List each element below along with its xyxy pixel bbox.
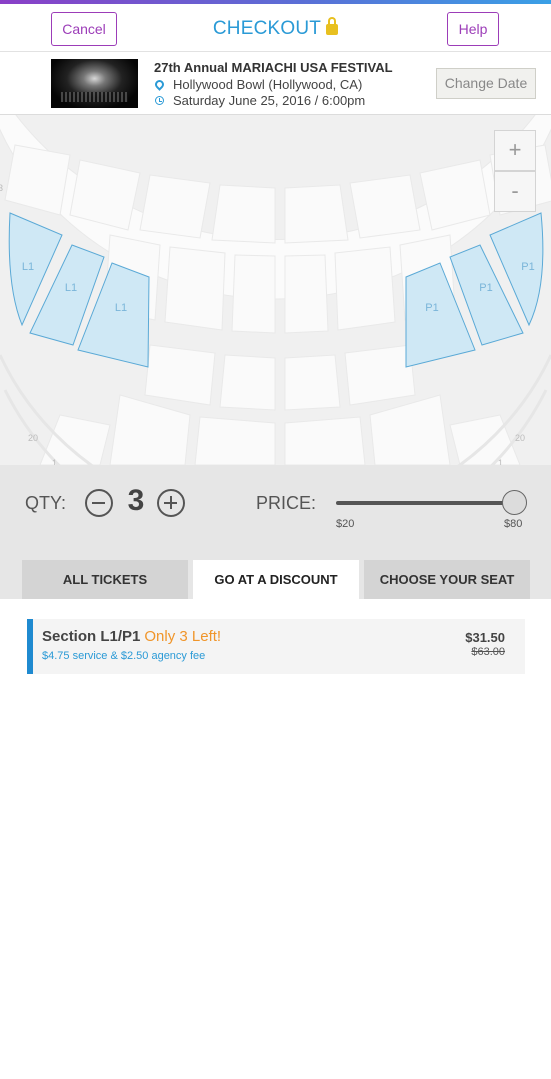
tab-choose-your-seat[interactable]: CHOOSE YOUR SEAT bbox=[364, 560, 530, 599]
price-min-label: $20 bbox=[336, 518, 355, 530]
listing-section: Section L1/P1 Only 3 Left! bbox=[42, 628, 221, 645]
event-datetime: Saturday June 25, 2016 / 6:00pm bbox=[154, 93, 365, 108]
checkout-header: Cancel CHECKOUT Help bbox=[0, 4, 551, 52]
event-title: 27th Annual MARIACHI USA FESTIVAL bbox=[154, 60, 393, 75]
tab-all-tickets[interactable]: ALL TICKETS bbox=[22, 560, 188, 599]
row-label-bottom-right: 1 bbox=[498, 458, 503, 465]
row-label-edge: 3 bbox=[0, 183, 3, 193]
price-max-label: $80 bbox=[504, 518, 523, 530]
quantity-decrease-button[interactable] bbox=[85, 489, 113, 517]
event-summary: 27th Annual MARIACHI USA FESTIVAL Hollyw… bbox=[0, 52, 551, 115]
event-venue-text: Hollywood Bowl (Hollywood, CA) bbox=[173, 77, 363, 92]
listing-price: $31.50 bbox=[465, 630, 505, 645]
location-pin-icon bbox=[153, 78, 166, 91]
price-slider-handle[interactable] bbox=[502, 490, 527, 515]
listing-original-price: $63.00 bbox=[471, 646, 505, 658]
section-label-l1-inner: L1 bbox=[115, 302, 127, 314]
zoom-out-button[interactable]: - bbox=[494, 171, 536, 212]
quantity-value: 3 bbox=[127, 484, 145, 517]
section-label-p1-inner: P1 bbox=[425, 302, 438, 314]
lock-icon bbox=[326, 17, 339, 35]
event-datetime-text: Saturday June 25, 2016 / 6:00pm bbox=[173, 93, 366, 108]
listing-availability: Only 3 Left! bbox=[144, 628, 222, 645]
event-venue: Hollywood Bowl (Hollywood, CA) bbox=[153, 77, 363, 92]
row-label-right: 20 bbox=[515, 433, 525, 443]
tab-go-at-a-discount[interactable]: GO AT A DISCOUNT bbox=[193, 560, 359, 599]
price-label: PRICE: bbox=[256, 493, 317, 513]
section-label-l1-outer: L1 bbox=[22, 261, 34, 273]
price-slider-track[interactable] bbox=[336, 501, 516, 505]
clock-icon bbox=[155, 96, 164, 105]
section-label-p1-outer: P1 bbox=[521, 261, 534, 273]
seat-map[interactable]: L1 L1 L1 P1 P1 P1 20 20 1 1 3 bbox=[0, 115, 551, 465]
filter-controls: QTY: 3 PRICE: $20 $80 ALL TICKETS GO AT … bbox=[0, 465, 551, 599]
listing-fees: $4.75 service & $2.50 agency fee bbox=[42, 650, 206, 662]
listing-section-name: Section L1/P1 bbox=[42, 628, 141, 645]
quantity-label: QTY: bbox=[25, 493, 67, 513]
page-title-text: CHECKOUT bbox=[212, 18, 322, 39]
row-label-bottom-left: 1 bbox=[52, 458, 57, 465]
zoom-in-button[interactable]: + bbox=[494, 130, 536, 171]
section-label-l1-middle: L1 bbox=[65, 282, 77, 294]
help-button[interactable]: Help bbox=[447, 12, 499, 46]
row-label-left: 20 bbox=[28, 433, 38, 443]
section-label-p1-middle: P1 bbox=[479, 282, 492, 294]
change-date-button[interactable]: Change Date bbox=[436, 68, 536, 99]
ticket-listing[interactable]: Section L1/P1 Only 3 Left! $4.75 service … bbox=[27, 619, 525, 674]
quantity-increase-button[interactable] bbox=[157, 489, 185, 517]
seat-map-svg[interactable]: L1 L1 L1 P1 P1 P1 20 20 1 1 3 bbox=[0, 115, 551, 465]
event-thumbnail bbox=[51, 59, 138, 108]
